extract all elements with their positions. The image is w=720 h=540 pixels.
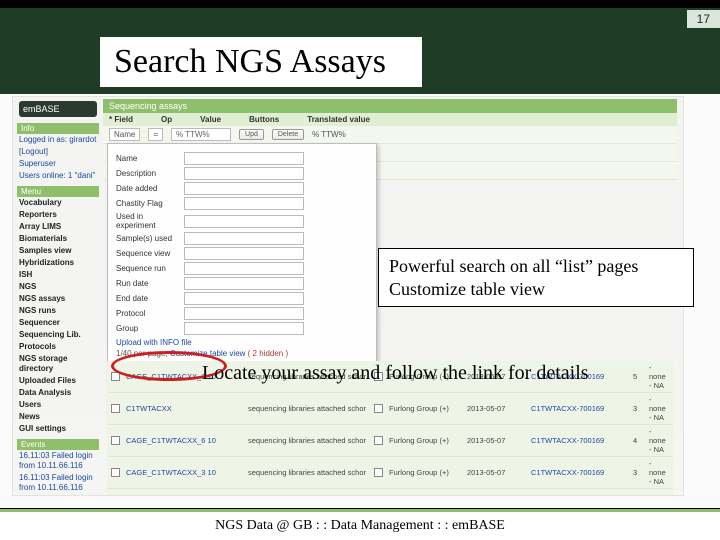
table-row[interactable]: C1TWTACXXsequencing libraries attached s…: [107, 393, 673, 425]
popup-field-input[interactable]: [184, 167, 304, 180]
sidebar-head-menu: Menu: [17, 186, 99, 197]
sidebar-item[interactable]: Biomaterials: [17, 233, 99, 245]
hdr-field: * Field: [109, 115, 133, 124]
panel-header: Sequencing assays: [103, 99, 677, 113]
wiki-checkbox[interactable]: [374, 436, 383, 445]
popup-field-label: Date added: [116, 184, 176, 193]
popup-field-input[interactable]: [184, 307, 304, 320]
row-checkbox[interactable]: [111, 404, 120, 413]
app-logo: emBASE: [19, 101, 97, 117]
row-checkbox[interactable]: [111, 436, 120, 445]
filter-headers: * Field Op Value Buttons Translated valu…: [103, 113, 677, 126]
popup-field-label: Run date: [116, 279, 176, 288]
popup-field-label: Chastity Flag: [116, 199, 176, 208]
panel-title: Sequencing assays: [109, 101, 187, 111]
popup-field-input[interactable]: [184, 182, 304, 195]
upd-button-1[interactable]: Upd: [239, 129, 264, 140]
popup-field-input[interactable]: [184, 215, 304, 228]
hdr-value: Value: [200, 115, 221, 124]
popup-field-label: End date: [116, 294, 176, 303]
sidebar-item[interactable]: Logged in as: girardot: [17, 134, 99, 146]
callout1-line1: Powerful search on all “list” pages: [389, 255, 683, 278]
trans-value-1: % TTW%: [312, 130, 346, 139]
sidebar: Info Logged in as: girardot[Logout]Super…: [17, 119, 99, 496]
slide-title: Search NGS Assays: [100, 37, 422, 87]
sidebar-item[interactable]: Reporters: [17, 209, 99, 221]
popup-field-label: Group: [116, 324, 176, 333]
sidebar-head-info: Info: [17, 123, 99, 134]
page-number: 17: [687, 10, 720, 28]
callout-box-1: Powerful search on all “list” pages Cust…: [378, 248, 694, 307]
popup-field-input[interactable]: [184, 247, 304, 260]
top-black-bar: [0, 0, 720, 8]
sidebar-item[interactable]: [Logout]: [17, 146, 99, 158]
sidebar-item[interactable]: 16.11:03 Failed login from 10.11.66.116: [17, 472, 99, 494]
popup-field-input[interactable]: [184, 322, 304, 335]
callout1-line2: Customize table view: [389, 278, 683, 301]
hdr-buttons: Buttons: [249, 115, 279, 124]
wiki-checkbox[interactable]: [374, 468, 383, 477]
sidebar-item[interactable]: Data Analysis: [17, 387, 99, 399]
sidebar-item[interactable]: Sequencer: [17, 317, 99, 329]
popup-field-input[interactable]: [184, 152, 304, 165]
sidebar-item[interactable]: ISH: [17, 269, 99, 281]
sidebar-item[interactable]: 16.11:03 Failed login from 10.11.66.116: [17, 450, 99, 472]
assay-link[interactable]: C1TWTACXX: [126, 404, 242, 413]
filter-row-1: Name = % TTW% Upd Delete % TTW%: [103, 126, 677, 144]
field-select-1[interactable]: Name: [109, 128, 140, 141]
footer-text: NGS Data @ GB : : Data Management : : em…: [0, 518, 720, 534]
sidebar-item[interactable]: Uploaded Files: [17, 375, 99, 387]
table-row[interactable]: CAGE_C1TWTACXX_6 10sequencing libraries …: [107, 425, 673, 457]
popup-field-input[interactable]: [184, 232, 304, 245]
table-row[interactable]: CAGE_C1TWTACXX_2 10sequencing libraries …: [107, 489, 673, 496]
popup-field-input[interactable]: [184, 262, 304, 275]
assay-link[interactable]: CAGE_C1TWTACXX_6 10: [126, 436, 242, 445]
popup-field-input[interactable]: [184, 197, 304, 210]
popup-field-label: Sample(s) used: [116, 234, 176, 243]
wiki-checkbox[interactable]: [374, 404, 383, 413]
sidebar-item[interactable]: Hybridizations: [17, 257, 99, 269]
sidebar-item[interactable]: Samples view: [17, 245, 99, 257]
popup-field-label: Description: [116, 169, 176, 178]
title-band: Search NGS Assays: [0, 30, 720, 94]
sidebar-item[interactable]: NGS storage directory: [17, 353, 99, 375]
sidebar-item[interactable]: News: [17, 411, 99, 423]
hidden-count: ( 2 hidden ): [248, 349, 288, 358]
sidebar-item[interactable]: Vocabulary: [17, 197, 99, 209]
hdr-trans: Translated value: [307, 115, 370, 124]
popup-field-label: Sequence view: [116, 249, 176, 258]
page-number-band: 17: [0, 8, 720, 30]
content-area: emBASE Info Logged in as: girardot[Logou…: [0, 94, 720, 510]
sidebar-item[interactable]: Users online: 1 "dani": [17, 170, 99, 182]
popup-field-label: Name: [116, 154, 176, 163]
sidebar-item[interactable]: 16.11:24 Failed login from 10.11.72.71: [17, 494, 99, 496]
hdr-op: Op: [161, 115, 172, 124]
popup-field-label: Sequence run: [116, 264, 176, 273]
sidebar-head-events: Events: [17, 439, 99, 450]
table-row[interactable]: CAGE_C1TWTACXX_3 10sequencing libraries …: [107, 457, 673, 489]
popup-field-label: Protocol: [116, 309, 176, 318]
row-checkbox[interactable]: [111, 468, 120, 477]
assay-link[interactable]: CAGE_C1TWTACXX_3 10: [126, 468, 242, 477]
callout-text-2: Locate your assay and follow the link fo…: [202, 362, 589, 385]
sidebar-item[interactable]: NGS runs: [17, 305, 99, 317]
sidebar-item[interactable]: Sequencing Lib.: [17, 329, 99, 341]
sidebar-item[interactable]: Superuser: [17, 158, 99, 170]
value-input-1[interactable]: % TTW%: [171, 128, 231, 141]
sidebar-item[interactable]: Array LIMS: [17, 221, 99, 233]
popup-field-input[interactable]: [184, 277, 304, 290]
delete-button-1[interactable]: Delete: [272, 129, 304, 140]
sidebar-item[interactable]: GUI settings: [17, 423, 99, 435]
sidebar-item[interactable]: Users: [17, 399, 99, 411]
op-select-1[interactable]: =: [148, 128, 163, 141]
footer-divider-green: [0, 509, 720, 512]
sidebar-item[interactable]: Protocols: [17, 341, 99, 353]
popup-field-input[interactable]: [184, 292, 304, 305]
sidebar-item[interactable]: NGS assays: [17, 293, 99, 305]
sidebar-item[interactable]: NGS: [17, 281, 99, 293]
upload-info-link[interactable]: Upload with INFO file: [116, 338, 368, 347]
popup-field-label: Used in experiment: [116, 212, 176, 230]
